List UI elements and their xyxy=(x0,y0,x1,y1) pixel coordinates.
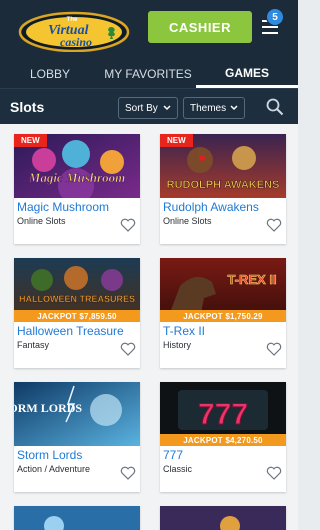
sort-by-label: Sort By xyxy=(125,102,158,114)
svg-text:RUDOLPH AWAKENS: RUDOLPH AWAKENS xyxy=(167,179,280,191)
game-card-t-rex-ii[interactable]: T-REX II JACKPOT $1,750.29 T-Rex II Hist… xyxy=(160,258,286,368)
game-title[interactable]: Rudolph Awakens xyxy=(163,200,259,214)
game-thumbnail[interactable] xyxy=(160,506,286,530)
game-card-777[interactable]: 777 JACKPOT $4,270.50 777 Classic xyxy=(160,382,286,492)
game-title[interactable]: Storm Lords xyxy=(17,448,82,462)
virtual-casino-logo[interactable]: The Virtual casino xyxy=(18,10,130,52)
game-title[interactable]: Magic Mushroom xyxy=(17,200,109,214)
tab-lobby[interactable]: LOBBY xyxy=(0,60,100,88)
jackpot-banner: JACKPOT $7,859.50 xyxy=(14,310,140,322)
svg-text:HALLOWEEN TREASURES: HALLOWEEN TREASURES xyxy=(19,294,135,304)
notification-badge[interactable]: 5 xyxy=(266,8,284,26)
game-category: Online Slots xyxy=(17,216,66,226)
themes-dropdown[interactable]: Themes xyxy=(183,97,245,119)
svg-text:T-REX II: T-REX II xyxy=(227,272,276,287)
menu-icon-bar xyxy=(262,32,278,34)
main-tabs: LOBBY MY FAVORITES GAMES xyxy=(0,60,298,88)
favorite-heart-icon[interactable] xyxy=(266,342,282,356)
game-category: Classic xyxy=(163,464,193,474)
cashier-button[interactable]: CASHIER xyxy=(148,11,252,43)
game-card-partial[interactable] xyxy=(160,506,286,530)
themes-label: Themes xyxy=(190,102,227,114)
game-card-partial[interactable] xyxy=(14,506,140,530)
menu-icon-bar xyxy=(262,26,278,28)
new-badge: NEW xyxy=(14,134,47,147)
game-title[interactable]: Halloween Treasure xyxy=(17,324,124,338)
svg-text:Magic Mushroom: Magic Mushroom xyxy=(28,170,125,185)
game-category: Online Slots xyxy=(163,216,212,226)
top-header: The Virtual casino CASHIER 5 xyxy=(0,0,298,60)
game-category: Action / Adventure xyxy=(17,464,91,474)
svg-text:777: 777 xyxy=(198,398,248,431)
jackpot-banner: JACKPOT $4,270.50 xyxy=(160,434,286,446)
chevron-down-icon xyxy=(163,105,171,111)
game-category: Fantasy xyxy=(17,340,50,350)
tab-games[interactable]: GAMES xyxy=(196,60,298,88)
game-title[interactable]: 777 xyxy=(163,448,183,462)
search-icon[interactable] xyxy=(266,98,284,116)
game-category: History xyxy=(163,340,192,350)
svg-text:casino: casino xyxy=(60,35,92,49)
section-title: Slots xyxy=(10,99,45,115)
game-thumbnail[interactable]: STORM LORDS xyxy=(14,382,140,446)
game-card-rudolph-awakens[interactable]: RUDOLPH AWAKENS NEW Rudolph Awakens Onli… xyxy=(160,134,286,244)
games-grid: Magic Mushroom NEW Magic Mushroom Online… xyxy=(0,124,298,530)
new-badge: NEW xyxy=(160,134,193,147)
favorite-heart-icon[interactable] xyxy=(120,218,136,232)
svg-text:STORM LORDS: STORM LORDS xyxy=(14,401,82,415)
game-card-storm-lords[interactable]: STORM LORDS Storm Lords Action / Adventu… xyxy=(14,382,140,492)
jackpot-banner: JACKPOT $1,750.29 xyxy=(160,310,286,322)
sort-by-dropdown[interactable]: Sort By xyxy=(118,97,178,119)
game-title[interactable]: T-Rex II xyxy=(163,324,205,338)
filter-bar: Slots Sort By Themes xyxy=(0,88,298,124)
favorite-heart-icon[interactable] xyxy=(266,466,282,480)
tab-my-favorites[interactable]: MY FAVORITES xyxy=(100,60,196,88)
favorite-heart-icon[interactable] xyxy=(120,342,136,356)
game-card-halloween-treasure[interactable]: HALLOWEEN TREASURES JACKPOT $7,859.50 Ha… xyxy=(14,258,140,368)
chevron-down-icon xyxy=(230,105,238,111)
favorite-heart-icon[interactable] xyxy=(266,218,282,232)
game-thumbnail[interactable] xyxy=(14,506,140,530)
favorite-heart-icon[interactable] xyxy=(120,466,136,480)
game-card-magic-mushroom[interactable]: Magic Mushroom NEW Magic Mushroom Online… xyxy=(14,134,140,244)
